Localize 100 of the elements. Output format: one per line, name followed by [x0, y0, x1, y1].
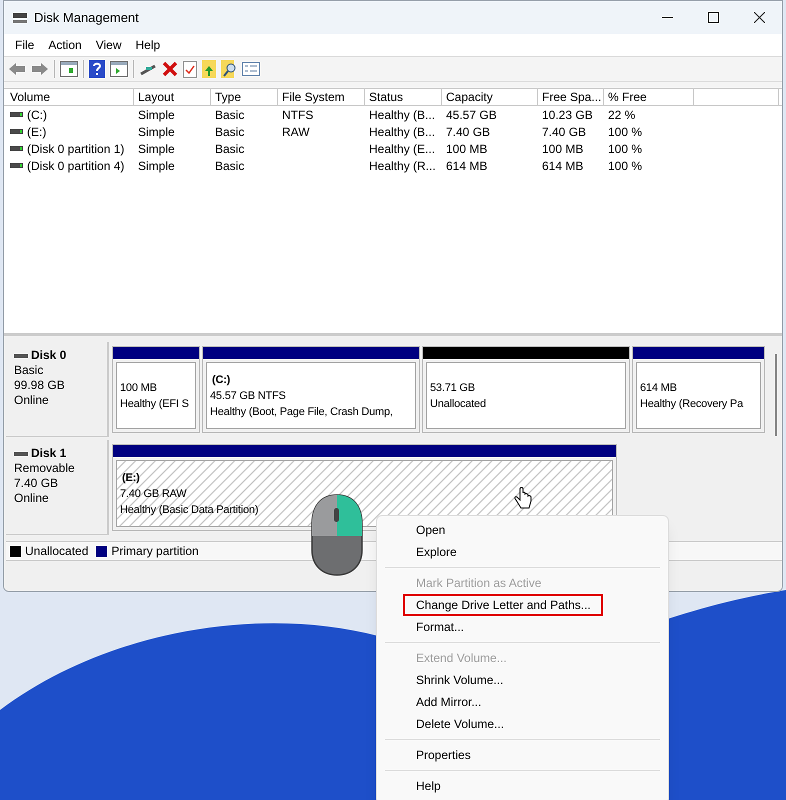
table-cell-text: 7.40 GB	[542, 124, 586, 140]
column-header[interactable]: Free Spa...	[538, 89, 604, 105]
partition-block[interactable]: 53.71 GB Unallocated	[422, 346, 630, 433]
partition-detail: Healthy (EFI S	[120, 396, 189, 412]
table-cell-text: Healthy (R...	[369, 158, 436, 174]
menu-item[interactable]: Action	[42, 36, 88, 54]
table-cell-text: Basic	[215, 106, 244, 124]
disk-name: Disk 0	[31, 348, 66, 363]
table-cell-text: Simple	[138, 124, 175, 140]
close-icon	[754, 12, 764, 23]
forward-icon[interactable]	[31, 62, 49, 76]
scrollbar-thumb[interactable]	[775, 354, 777, 436]
disk-detail: 7.40 GB	[14, 476, 60, 491]
disk-name: Disk 1	[31, 446, 66, 461]
table-cell-text: 10.23 GB	[542, 106, 593, 124]
partition-detail: Healthy (Recovery Pa	[640, 396, 743, 412]
column-header[interactable]: % Free	[604, 89, 694, 105]
table-cell-text: 100 %	[608, 158, 642, 174]
partition-detail: Healthy (Basic Data Partition)	[120, 502, 258, 518]
back-icon[interactable]	[8, 62, 26, 76]
table-cell-text: RAW	[282, 124, 310, 140]
table-cell-text: Basic	[215, 140, 244, 158]
folder-up-icon[interactable]	[202, 60, 216, 78]
table-cell-text: Healthy (B...	[369, 106, 436, 124]
partition-detail: 7.40 GB RAW	[120, 486, 186, 502]
table-cell-text: Simple	[138, 106, 175, 124]
help-icon[interactable]	[89, 60, 105, 78]
column-header[interactable]: Capacity	[442, 89, 538, 105]
table-cell-text: Healthy (B...	[369, 124, 436, 140]
table-cell-text: (Disk 0 partition 1)	[27, 140, 124, 158]
menu-item[interactable]: Properties	[403, 744, 484, 766]
table-cell-text: 45.57 GB	[446, 106, 497, 124]
disk-detail: Online	[14, 393, 50, 408]
table-cell-text: Healthy (E...	[369, 140, 436, 158]
table-cell-text: Simple	[138, 140, 175, 158]
partition-block[interactable]: (C:) 45.57 GB NTFS Healthy (Boot, Page File, Crash Dump,	[202, 346, 420, 433]
column-header[interactable]: Volume	[6, 89, 134, 105]
drive-icon	[10, 129, 23, 134]
menu-item[interactable]: Help	[130, 36, 166, 54]
partition-detail: Healthy (Boot, Page File, Crash Dump,	[210, 404, 393, 420]
connect-drive-icon[interactable]	[139, 62, 157, 76]
menu-item[interactable]: Format...	[403, 616, 478, 638]
menu-item[interactable]: File	[9, 36, 40, 54]
menu-item[interactable]: Change Drive Letter and Paths...	[403, 594, 603, 616]
menu-item[interactable]: Add Mirror...	[403, 691, 494, 713]
window-title: Disk Management	[34, 8, 139, 27]
partition-detail: 100 MB	[120, 380, 157, 396]
table-cell-text: 100 MB	[446, 140, 488, 158]
checklist-icon[interactable]	[183, 60, 197, 78]
table-cell-text: 614 MB	[446, 158, 488, 174]
table-cell-text: (C:)	[27, 106, 47, 124]
menu-item[interactable]: Help	[403, 775, 454, 797]
partition-detail: Unallocated	[430, 396, 486, 412]
disk-info-panel[interactable]: Disk 1 Removable 7.40 GB Online	[6, 440, 109, 535]
partition-block[interactable]: 100 MB Healthy (EFI S	[112, 346, 200, 433]
table-cell-text: 22 %	[608, 106, 636, 124]
drive-icon	[10, 146, 23, 151]
action-pane-icon[interactable]	[110, 61, 128, 77]
table-cell-text: 100 %	[608, 124, 642, 140]
minimize-icon	[662, 16, 672, 18]
disk-detail: 99.98 GB	[14, 378, 66, 393]
disk-detail: Online	[14, 491, 50, 506]
table-cell-text: 100 MB	[542, 140, 584, 158]
table-cell-text: 7.40 GB	[446, 124, 490, 140]
partition-detail: 45.57 GB NTFS	[210, 388, 286, 404]
column-header[interactable]: File System	[278, 89, 365, 105]
table-cell-text: Basic	[215, 158, 244, 174]
disk-detail: Basic	[14, 363, 44, 378]
table-cell-text: 100 %	[608, 140, 642, 158]
table-cell-text: 614 MB	[542, 158, 584, 174]
partition-detail: 614 MB	[640, 380, 677, 396]
menu-item[interactable]: View	[90, 36, 128, 54]
console-tree-icon[interactable]	[60, 61, 78, 77]
column-header[interactable]: Type	[211, 89, 278, 105]
partition-block[interactable]: 614 MB Healthy (Recovery Pa	[632, 346, 765, 433]
menu-item[interactable]: Shrink Volume...	[403, 669, 516, 691]
hand-cursor-icon	[514, 487, 532, 511]
drive-icon	[10, 112, 23, 117]
volume-label: (C:)	[211, 372, 230, 388]
menu-item[interactable]: Explore	[403, 541, 470, 563]
delete-icon[interactable]	[162, 61, 178, 77]
maximize-icon	[708, 12, 718, 23]
drive-icon	[10, 163, 23, 168]
legend-label: Unallocated	[25, 543, 88, 560]
menu-item[interactable]: Delete Volume...	[403, 713, 518, 735]
disk-icon	[12, 10, 28, 24]
table-cell-text: Simple	[138, 158, 175, 174]
legend-label: Primary partition	[111, 543, 199, 560]
disk-info-panel[interactable]: Disk 0 Basic 99.98 GB Online	[6, 342, 109, 437]
table-cell-text: Basic	[215, 124, 244, 140]
column-header[interactable]: Status	[365, 89, 442, 105]
partition-detail: 53.71 GB	[430, 380, 475, 396]
search-icon[interactable]	[221, 60, 237, 78]
table-cell-text: (Disk 0 partition 4)	[27, 158, 124, 174]
disk-detail: Removable	[14, 461, 76, 476]
properties-icon[interactable]	[242, 62, 260, 76]
table-cell-text: NTFS	[282, 106, 314, 124]
table-cell-text: (E:)	[27, 124, 46, 140]
volume-label: (E:)	[121, 470, 140, 486]
column-header[interactable]: Layout	[134, 89, 211, 105]
